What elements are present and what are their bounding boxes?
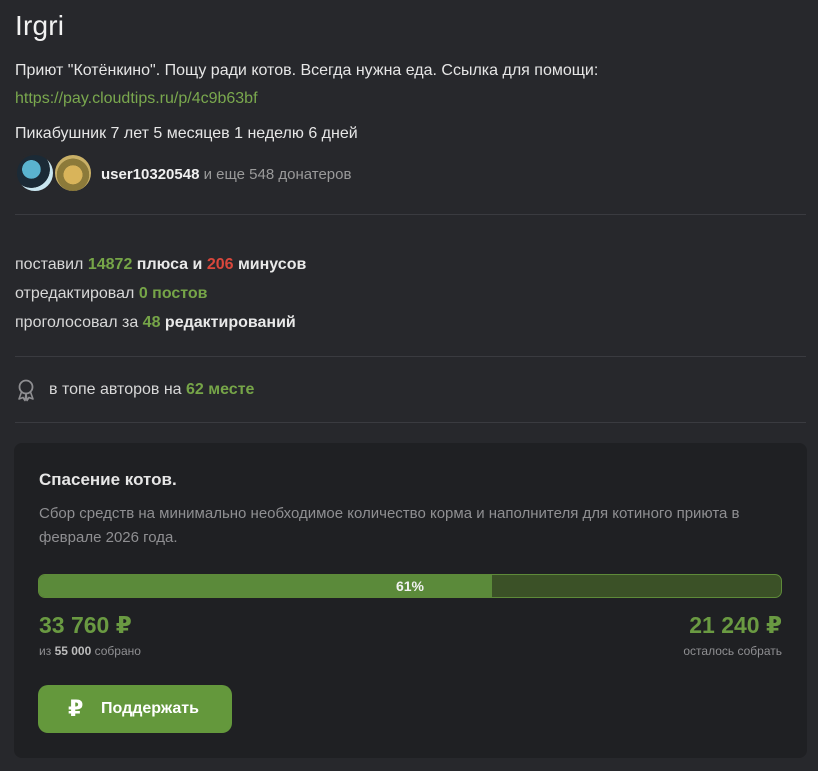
support-button-label: Поддержать — [101, 700, 199, 717]
rank-place: 62 месте — [186, 381, 255, 398]
raised-caption: из 55 000 собрано — [39, 644, 141, 658]
username: Irgri — [15, 10, 65, 41]
donor-avatar[interactable] — [53, 153, 93, 193]
rating-stat: поставил 14872 плюса и 206 минусов — [15, 256, 307, 273]
minuses-count: 206 — [206, 256, 234, 273]
divider — [15, 422, 806, 423]
fundraiser-progress-bar: 61% — [38, 574, 782, 598]
user-stats: поставил 14872 плюса и 206 минусов отред… — [15, 250, 306, 337]
votes-count: 48 — [142, 314, 161, 331]
fundraiser-card: Спасение котов. Сбор средств на минималь… — [14, 443, 807, 758]
progress-label: 61% — [395, 578, 425, 594]
raised-amount: 33 760 ₽ — [39, 612, 132, 638]
pluses-count: 14872 — [87, 256, 133, 273]
donors-text: user10320548 и еще 548 донатеров — [101, 166, 351, 183]
edits-stat: отредактировал 0 постов — [15, 285, 208, 302]
divider — [15, 356, 806, 357]
award-icon — [18, 379, 34, 402]
fundraiser-title: Спасение котов. — [39, 470, 177, 489]
profile-page: Irgri Приют "Котёнкино". Пощу ради котов… — [0, 0, 818, 771]
divider — [15, 214, 806, 215]
remaining-caption: осталось собрать — [683, 644, 782, 658]
donors-row[interactable]: user10320548 и еще 548 донатеров — [15, 153, 515, 193]
votes-stat: проголосовал за 48 редактирований — [15, 314, 296, 331]
edited-posts-count: 0 постов — [138, 285, 208, 302]
account-tenure: Пикабушник 7 лет 5 месяцев 1 неделю 6 дн… — [15, 125, 358, 142]
goal-amount: 55 000 — [54, 644, 92, 658]
fundraiser-description: Сбор средств на минимально необходимое к… — [39, 505, 740, 546]
ruble-icon: ₽ — [68, 697, 84, 722]
donation-link[interactable]: https://pay.cloudtips.ru/p/4c9b63bf — [15, 90, 258, 108]
support-button[interactable]: ₽ Поддержать — [38, 685, 232, 733]
profile-bio: Приют "Котёнкино". Пощу ради котов. Всег… — [15, 62, 599, 79]
rank-label: в топе авторов на — [49, 381, 182, 398]
top-donor-name[interactable]: user10320548 — [101, 166, 199, 183]
donors-count: и еще 548 донатеров — [203, 166, 352, 183]
remaining-amount: 21 240 ₽ — [689, 612, 782, 638]
donor-avatar[interactable] — [15, 153, 55, 193]
